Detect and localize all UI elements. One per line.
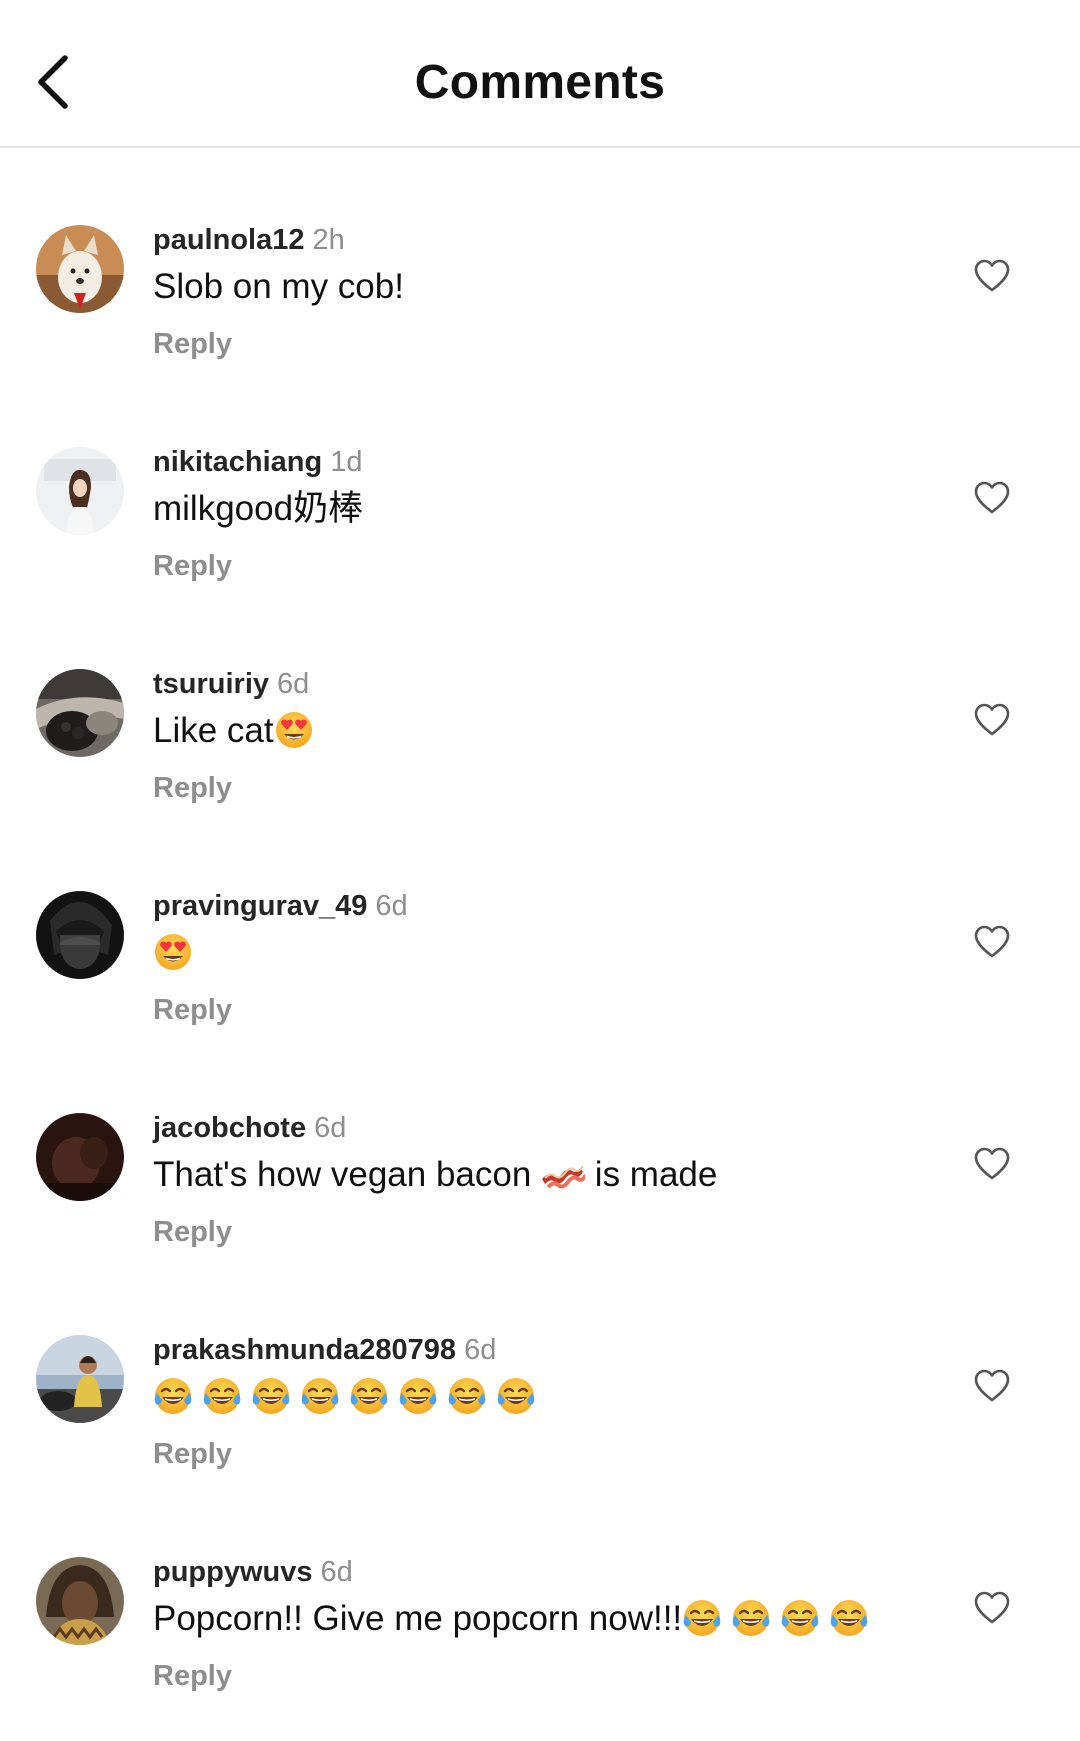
reply-button[interactable]: Reply [153, 770, 232, 806]
like-button[interactable] [972, 1366, 1012, 1406]
avatar[interactable] [36, 891, 124, 979]
avatar[interactable] [36, 1113, 124, 1201]
comment-text: Slob on my cob! [153, 264, 404, 310]
joy-emoji [447, 1376, 487, 1416]
reply-button[interactable]: Reply [153, 992, 232, 1028]
timestamp: 6d [464, 1334, 497, 1366]
comment-item: prakashmunda280798 6d Reply [0, 1256, 1080, 1478]
comment-body: Popcorn!! Give me popcorn now!!! [153, 1599, 683, 1638]
heart-outline-icon [974, 925, 1010, 958]
joy-emoji [251, 1376, 291, 1416]
reply-button[interactable]: Reply [153, 1658, 232, 1694]
comment-item: paulnola12 2h Slob on my cob! Reply [0, 146, 1080, 368]
like-button[interactable] [972, 1588, 1012, 1628]
comment-text [153, 1374, 536, 1420]
joy-emoji [153, 1376, 193, 1416]
like-button[interactable] [972, 478, 1012, 518]
comment-meta: puppywuvs 6d [153, 1554, 353, 1590]
comment-text: That's how vegan bacon is made [153, 1152, 717, 1198]
comment-item: nikitachiang 1d milkgood奶棒 Reply [0, 368, 1080, 590]
comment-text [153, 930, 193, 976]
bacon-emoji [541, 1154, 585, 1194]
username[interactable]: prakashmunda280798 [153, 1334, 456, 1366]
reply-button[interactable]: Reply [153, 1214, 232, 1250]
like-button[interactable] [972, 700, 1012, 740]
timestamp: 6d [314, 1112, 347, 1144]
joy-emoji [496, 1376, 536, 1416]
timestamp: 1d [330, 446, 363, 478]
timestamp: 6d [375, 890, 408, 922]
comment-body: Like cat [153, 711, 274, 750]
heart-eyes-emoji [153, 932, 193, 972]
timestamp: 2h [312, 224, 345, 256]
reply-button[interactable]: Reply [153, 326, 232, 362]
username[interactable]: tsuruiriy [153, 668, 269, 700]
comment-item: jacobchote 6d That's how vegan bacon is m… [0, 1034, 1080, 1256]
heart-outline-icon [974, 703, 1010, 736]
page-title: Comments [414, 56, 666, 109]
avatar[interactable] [36, 669, 124, 757]
username[interactable]: paulnola12 [153, 224, 305, 256]
like-button[interactable] [972, 1144, 1012, 1184]
like-button[interactable] [972, 922, 1012, 962]
comment-text: Like cat [153, 708, 314, 754]
heart-outline-icon [974, 1369, 1010, 1402]
header: Comments [0, 0, 1080, 148]
joy-emoji [682, 1598, 722, 1638]
comment-body: milkgood奶棒 [153, 489, 364, 528]
heart-outline-icon [974, 1147, 1010, 1180]
timestamp: 6d [277, 668, 310, 700]
comment-meta: nikitachiang 1d [153, 444, 362, 480]
joy-emoji [202, 1376, 242, 1416]
comment-body: That's how vegan bacon [153, 1155, 532, 1194]
heart-eyes-emoji [274, 710, 314, 750]
comment-item: pravingurav_49 6d Reply [0, 812, 1080, 1034]
comment-body-continued: is made [594, 1155, 718, 1194]
timestamp: 6d [320, 1556, 353, 1588]
comment-meta: jacobchote 6d [153, 1110, 346, 1146]
comment-meta: pravingurav_49 6d [153, 888, 408, 924]
username[interactable]: puppywuvs [153, 1556, 313, 1588]
heart-outline-icon [974, 259, 1010, 292]
heart-outline-icon [974, 1591, 1010, 1624]
avatar[interactable] [36, 1557, 124, 1645]
joy-emoji [300, 1376, 340, 1416]
joy-emoji [731, 1598, 771, 1638]
avatar[interactable] [36, 225, 124, 313]
like-button[interactable] [972, 256, 1012, 296]
joy-emoji [780, 1598, 820, 1638]
comment-text: milkgood奶棒 [153, 486, 363, 532]
comment-meta: prakashmunda280798 6d [153, 1332, 496, 1368]
comment-body: Slob on my cob! [153, 267, 404, 306]
joy-emoji [398, 1376, 438, 1416]
avatar[interactable] [36, 447, 124, 535]
comment-text: Popcorn!! Give me popcorn now!!! [153, 1596, 869, 1642]
comment-meta: paulnola12 2h [153, 222, 345, 258]
reply-button[interactable]: Reply [153, 1436, 232, 1472]
username[interactable]: pravingurav_49 [153, 890, 367, 922]
avatar[interactable] [36, 1335, 124, 1423]
comment-item: tsuruiriy 6d Like cat Reply [0, 590, 1080, 812]
reply-button[interactable]: Reply [153, 548, 232, 584]
joy-emoji [349, 1376, 389, 1416]
username[interactable]: jacobchote [153, 1112, 306, 1144]
heart-outline-icon [974, 481, 1010, 514]
comment-item: puppywuvs 6d Popcorn!! Give me popcorn no… [0, 1478, 1080, 1700]
joy-emoji [829, 1598, 869, 1638]
username[interactable]: nikitachiang [153, 446, 322, 478]
comment-meta: tsuruiriy 6d [153, 666, 309, 702]
